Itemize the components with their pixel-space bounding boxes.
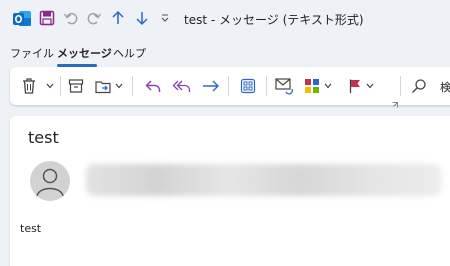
ribbon-separator <box>266 76 267 96</box>
move-icon[interactable] <box>94 75 112 97</box>
window-title: test - メッセージ (テキスト形式) <box>184 13 364 27</box>
title-bar: test - メッセージ (テキスト形式) <box>0 0 450 40</box>
archive-icon[interactable] <box>67 75 85 97</box>
menu-bar: ファイル メッセージ ヘルプ <box>0 40 450 66</box>
forward-icon[interactable] <box>201 75 221 97</box>
customize-dropdown-icon[interactable] <box>160 10 170 30</box>
delete-icon[interactable] <box>20 75 38 97</box>
ribbon-separator <box>228 76 229 96</box>
save-icon[interactable] <box>39 10 55 30</box>
categorize-icon[interactable] <box>303 75 321 97</box>
redo-icon[interactable] <box>86 10 102 30</box>
ribbon-separator <box>400 76 401 96</box>
arrow-up-icon[interactable] <box>111 10 125 30</box>
sender-info-redacted <box>86 164 441 196</box>
arrow-down-icon[interactable] <box>135 10 149 30</box>
ribbon: 検索 <box>10 67 450 108</box>
reply-icon[interactable] <box>144 75 162 97</box>
reply-all-icon[interactable] <box>172 75 192 97</box>
person-icon <box>30 168 70 201</box>
search-label[interactable]: 検索 <box>440 79 450 95</box>
ribbon-separator <box>132 76 133 96</box>
flag-dropdown-icon[interactable] <box>365 75 375 97</box>
message-subject: test <box>28 128 59 147</box>
ribbon-separator <box>60 76 61 96</box>
search-icon[interactable] <box>410 75 428 97</box>
mark-unread-icon[interactable] <box>274 75 294 97</box>
flag-icon[interactable] <box>347 75 363 97</box>
undo-icon[interactable] <box>63 10 79 30</box>
sender-avatar <box>30 161 70 201</box>
delete-dropdown-icon[interactable] <box>45 75 55 97</box>
menu-help[interactable]: ヘルプ <box>113 45 146 61</box>
move-dropdown-icon[interactable] <box>114 75 124 97</box>
message-body: test <box>20 222 42 235</box>
ribbon-expand-icon[interactable] <box>392 93 398 108</box>
outlook-icon <box>12 10 32 32</box>
menu-file[interactable]: ファイル <box>10 45 54 61</box>
menu-message[interactable]: メッセージ <box>57 45 112 61</box>
categorize-dropdown-icon[interactable] <box>323 75 333 97</box>
message-reading-pane: test test <box>10 116 450 266</box>
apps-icon[interactable] <box>239 75 257 97</box>
